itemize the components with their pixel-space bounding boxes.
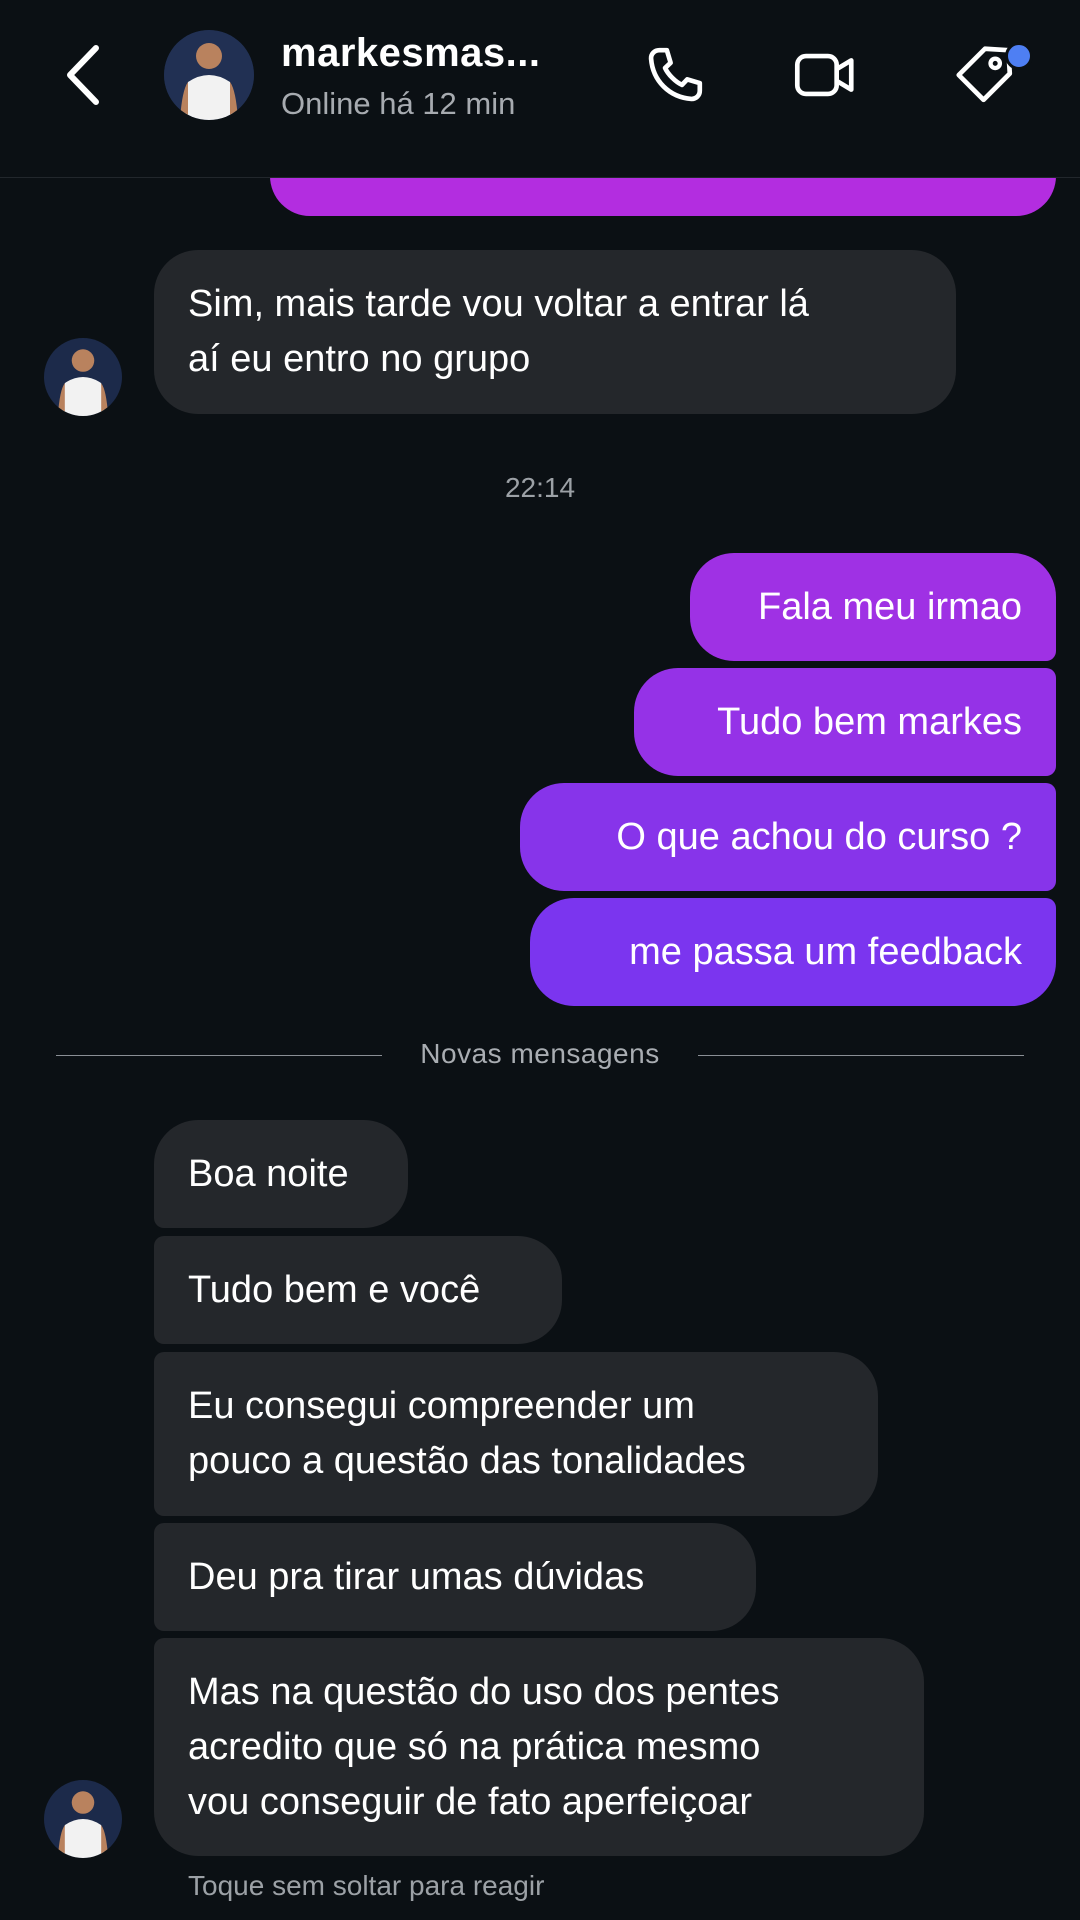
message-bubble[interactable]: O que achou do curso ? [520, 783, 1056, 891]
message-bubble[interactable]: Sim, mais tarde vou voltar a entrar lá a… [154, 250, 956, 414]
chat-header: markesmas... Online há 12 min [0, 0, 1080, 178]
reaction-hint: Toque sem soltar para reagir [188, 1870, 545, 1901]
notification-dot [1005, 42, 1033, 70]
message-bubble[interactable]: Mas na questão do uso dos pentes acredit… [154, 1638, 924, 1856]
divider-line-right [698, 1055, 1024, 1056]
online-status: Online há 12 min [281, 86, 516, 121]
message-bubble[interactable]: me passa um feedback [530, 898, 1056, 1006]
message-bubble[interactable]: Tudo bem e você [154, 1236, 562, 1344]
avatar[interactable] [44, 1780, 122, 1858]
message-bubble[interactable]: Eu consegui compreender um pouco a quest… [154, 1352, 878, 1516]
message-bubble[interactable]: Tudo bem markes [634, 668, 1056, 776]
phone-icon[interactable] [640, 40, 710, 110]
timestamp: 22:14 [504, 472, 576, 503]
new-messages-label: Novas mensagens [420, 1038, 660, 1069]
contact-username[interactable]: markesmas... [281, 31, 541, 76]
chevron-left-icon[interactable] [60, 40, 110, 110]
message-bubble[interactable]: Deu pra tirar umas dúvidas [154, 1523, 756, 1631]
message-bubble[interactable]: Fala meu irmao [690, 553, 1056, 661]
message-bubble[interactable]: Boa noite [154, 1120, 408, 1228]
avatar[interactable] [44, 338, 122, 416]
video-camera-icon[interactable] [790, 40, 860, 110]
avatar[interactable] [164, 30, 254, 120]
